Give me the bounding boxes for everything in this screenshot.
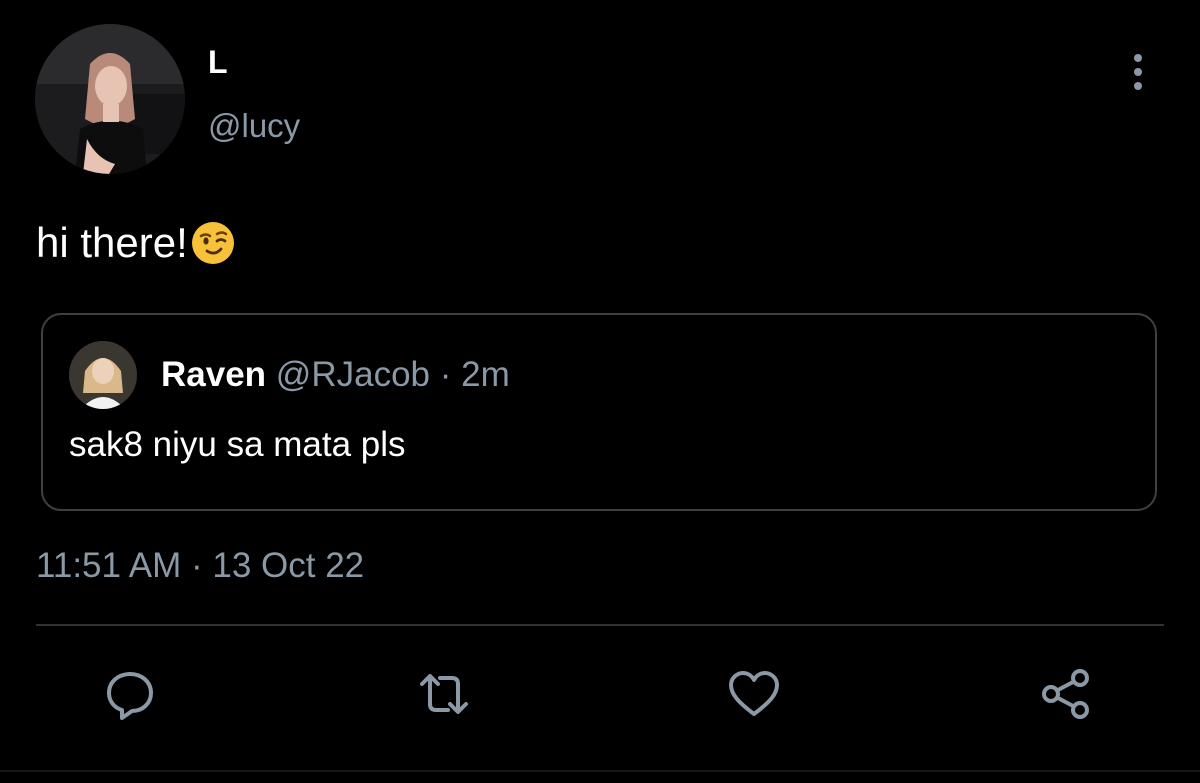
share-icon — [1042, 669, 1089, 719]
author-avatar[interactable] — [35, 24, 185, 174]
reply-button[interactable] — [100, 664, 160, 724]
tweet-timestamp: 11:51 AM · 13 Oct 22 — [36, 546, 365, 585]
retweet-button[interactable] — [414, 664, 474, 724]
author-avatar-image — [35, 24, 185, 174]
quoted-tweet-card[interactable]: Raven @RJacob · 2m sak8 niyu sa mata pls — [41, 313, 1157, 511]
quoted-avatar-image — [69, 341, 137, 409]
more-options-icon[interactable] — [1124, 52, 1152, 96]
bottom-divider — [0, 770, 1200, 772]
quoted-author-avatar[interactable] — [69, 341, 137, 409]
like-button[interactable] — [724, 664, 784, 724]
actions-divider — [36, 624, 1164, 626]
author-handle[interactable]: @lucy — [208, 106, 300, 146]
tweet-text: hi there! — [36, 216, 236, 270]
share-button[interactable] — [1036, 664, 1096, 724]
quoted-age: 2m — [461, 355, 510, 394]
author-display-name[interactable]: L — [208, 42, 228, 82]
reply-icon — [107, 672, 153, 720]
winking-face-icon — [190, 220, 236, 266]
retweet-icon — [420, 674, 468, 714]
like-icon — [729, 671, 779, 716]
quoted-display-name[interactable]: Raven — [161, 355, 266, 394]
quoted-separator: · — [439, 355, 452, 394]
quoted-handle[interactable]: @RJacob — [276, 355, 430, 394]
quoted-tweet-text: sak8 niyu sa mata pls — [69, 425, 406, 464]
tweet-text-content: hi there! — [36, 219, 188, 266]
quoted-tweet-header: Raven @RJacob · 2m — [161, 353, 510, 397]
